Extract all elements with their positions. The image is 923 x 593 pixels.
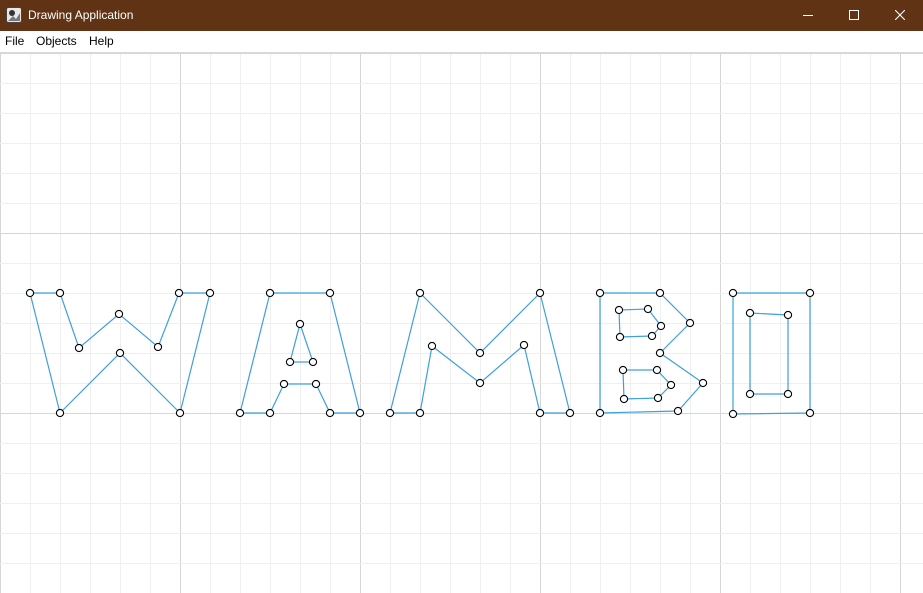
- vertex-handle[interactable]: [115, 348, 125, 358]
- vertex-handle[interactable]: [673, 406, 683, 416]
- vertex-handle[interactable]: [74, 343, 84, 353]
- maximize-button[interactable]: [831, 0, 877, 31]
- vertex-handle[interactable]: [698, 378, 708, 388]
- menu-help[interactable]: Help: [89, 34, 114, 49]
- vertex-handle[interactable]: [652, 365, 662, 375]
- maximize-icon: [849, 9, 859, 23]
- vertex-handle[interactable]: [614, 305, 624, 315]
- menu-objects[interactable]: Objects: [36, 34, 77, 49]
- vertex-handle[interactable]: [619, 394, 629, 404]
- vertex-handle[interactable]: [285, 357, 295, 367]
- minimize-icon: [803, 9, 813, 23]
- vertex-handle[interactable]: [655, 348, 665, 358]
- vertex-handle[interactable]: [114, 309, 124, 319]
- vertex-handle[interactable]: [535, 288, 545, 298]
- vertex-handle[interactable]: [783, 389, 793, 399]
- vertex-handle[interactable]: [656, 321, 666, 331]
- vertex-handle[interactable]: [643, 304, 653, 314]
- vertex-handle[interactable]: [415, 288, 425, 298]
- vertex-handle[interactable]: [805, 408, 815, 418]
- vertex-handle[interactable]: [618, 365, 628, 375]
- vertex-handle[interactable]: [565, 408, 575, 418]
- vertex-handle[interactable]: [535, 408, 545, 418]
- vertex-handle[interactable]: [653, 393, 663, 403]
- vertex-handle[interactable]: [666, 380, 676, 390]
- canvas-svg[interactable]: [0, 53, 923, 593]
- vertex-handle[interactable]: [325, 408, 335, 418]
- close-icon: [894, 9, 906, 23]
- vertex-handle[interactable]: [615, 332, 625, 342]
- vertex-handle[interactable]: [355, 408, 365, 418]
- drawing-canvas[interactable]: [0, 53, 923, 593]
- title-bar[interactable]: Drawing Application: [0, 0, 923, 31]
- menu-bar: File Objects Help: [0, 31, 923, 53]
- vertex-handle[interactable]: [728, 409, 738, 419]
- vertex-handle[interactable]: [308, 357, 318, 367]
- vertex-handle[interactable]: [311, 379, 321, 389]
- vertex-handle[interactable]: [655, 288, 665, 298]
- vertex-handle[interactable]: [153, 342, 163, 352]
- window-title: Drawing Application: [28, 8, 134, 22]
- vertex-handle[interactable]: [745, 308, 755, 318]
- menu-file[interactable]: File: [5, 34, 24, 49]
- vertex-handle[interactable]: [295, 319, 305, 329]
- vertex-handle[interactable]: [475, 378, 485, 388]
- vertex-handle[interactable]: [685, 318, 695, 328]
- vertex-handle[interactable]: [265, 408, 275, 418]
- vertex-handle[interactable]: [415, 408, 425, 418]
- vertex-handle[interactable]: [595, 288, 605, 298]
- vertex-handle[interactable]: [595, 408, 605, 418]
- vertex-handle[interactable]: [279, 379, 289, 389]
- vertex-handle[interactable]: [174, 288, 184, 298]
- vertex-handle[interactable]: [205, 288, 215, 298]
- vertex-handle[interactable]: [265, 288, 275, 298]
- vertex-handle[interactable]: [175, 408, 185, 418]
- vertex-handle[interactable]: [783, 310, 793, 320]
- vertex-handle[interactable]: [519, 340, 529, 350]
- minimize-button[interactable]: [785, 0, 831, 31]
- vertex-handle[interactable]: [745, 389, 755, 399]
- vertex-handle[interactable]: [728, 288, 738, 298]
- vertex-handle[interactable]: [55, 288, 65, 298]
- close-button[interactable]: [877, 0, 923, 31]
- vertex-handle[interactable]: [475, 348, 485, 358]
- vertex-handle[interactable]: [427, 341, 437, 351]
- vertex-handle[interactable]: [647, 331, 657, 341]
- vertex-handle[interactable]: [55, 408, 65, 418]
- vertex-handle[interactable]: [235, 408, 245, 418]
- vertex-handle[interactable]: [325, 288, 335, 298]
- vertex-handle[interactable]: [385, 408, 395, 418]
- drawing-app-icon: [6, 7, 22, 23]
- vertex-handle[interactable]: [25, 288, 35, 298]
- vertex-handle[interactable]: [805, 288, 815, 298]
- application-window: Drawing Application File Objects Help: [0, 0, 923, 593]
